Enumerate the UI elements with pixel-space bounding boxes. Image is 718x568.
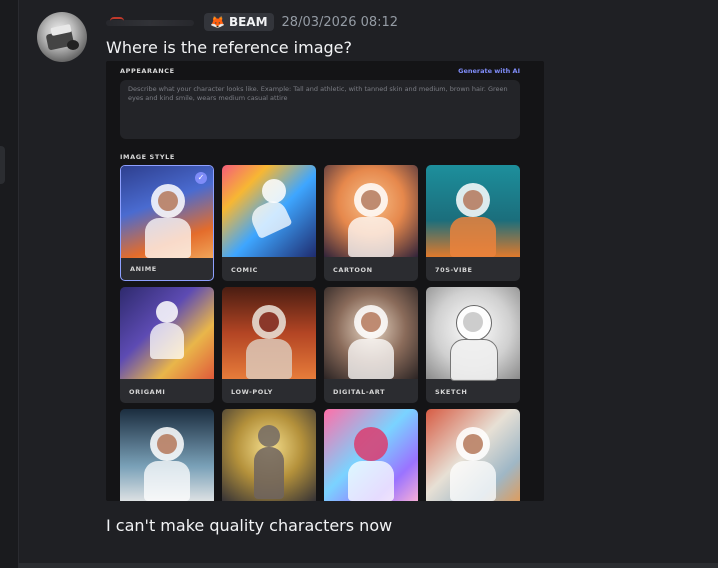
astronaut-suit xyxy=(145,218,191,258)
style-card-digital-art[interactable]: DIGITAL-ART xyxy=(324,287,418,403)
server-tag-label: BEAM xyxy=(228,15,268,29)
avatar[interactable] xyxy=(37,12,87,62)
style-card-low-poly[interactable]: LOW-POLY xyxy=(222,287,316,403)
server-tag[interactable]: 🦊 BEAM xyxy=(204,13,274,31)
left-rail xyxy=(0,0,19,568)
message-text: Where is the reference image? xyxy=(106,38,352,57)
style-thumbnail xyxy=(324,409,418,501)
astronaut-suit xyxy=(144,461,190,501)
astronaut-suit xyxy=(246,339,292,379)
style-thumbnail xyxy=(222,287,316,379)
image-style-label: IMAGE STYLE xyxy=(120,153,175,161)
style-card[interactable] xyxy=(324,409,418,501)
channel-indicator xyxy=(0,146,5,184)
astronaut-suit xyxy=(450,217,496,257)
username-redacted[interactable] xyxy=(106,17,196,27)
style-card[interactable] xyxy=(426,409,520,501)
style-card-cartoon[interactable]: CARTOON xyxy=(324,165,418,281)
style-card-origami[interactable]: ORIGAMI xyxy=(120,287,214,403)
checkmark-icon: ✓ xyxy=(195,172,207,184)
astronaut-suit xyxy=(348,461,394,501)
style-thumbnail xyxy=(222,165,316,257)
style-label: COMIC xyxy=(231,266,258,274)
message-timestamp: 28/03/2026 08:12 xyxy=(281,14,399,30)
style-thumbnail xyxy=(324,287,418,379)
astronaut-helmet xyxy=(262,179,286,203)
astronaut-suit xyxy=(150,323,184,359)
astronaut-helmet xyxy=(156,301,178,323)
astronaut-suit xyxy=(348,217,394,257)
message-header: 🦊 BEAM 28/03/2026 08:12 xyxy=(106,12,398,32)
astronaut-suit xyxy=(450,339,498,381)
astronaut-suit xyxy=(348,339,394,379)
astronaut-face xyxy=(463,312,483,332)
style-label: SKETCH xyxy=(435,388,468,396)
style-thumbnail xyxy=(426,409,520,501)
astronaut-face xyxy=(463,190,483,210)
style-card[interactable] xyxy=(222,409,316,501)
style-thumbnail xyxy=(120,287,214,379)
astronaut-face xyxy=(463,434,483,454)
image-attachment[interactable]: APPEARANCE Generate with AI Describe wha… xyxy=(106,61,544,501)
astronaut-suit xyxy=(247,196,293,240)
style-label: DIGITAL-ART xyxy=(333,388,386,396)
astronaut-helmet xyxy=(354,427,388,461)
style-label: CARTOON xyxy=(333,266,373,274)
style-thumbnail xyxy=(426,287,520,381)
style-thumbnail xyxy=(426,165,520,257)
astronaut-helmet xyxy=(258,425,280,447)
generate-with-ai-link[interactable]: Generate with AI xyxy=(458,67,520,75)
style-label: LOW-POLY xyxy=(231,388,273,396)
astronaut-face xyxy=(361,312,381,332)
astronaut-suit xyxy=(450,461,496,501)
description-textarea[interactable]: Describe what your character looks like.… xyxy=(120,80,520,139)
style-label: ORIGAMI xyxy=(129,388,166,396)
astronaut-suit xyxy=(254,447,284,499)
style-card-sketch[interactable]: SKETCH xyxy=(426,287,520,403)
style-label: ANIME xyxy=(130,265,157,273)
style-card[interactable] xyxy=(120,409,214,501)
style-card-anime[interactable]: ✓ ANIME xyxy=(120,165,214,281)
style-thumbnail xyxy=(324,165,418,257)
message-text: I can't make quality characters now xyxy=(106,516,393,535)
fox-icon: 🦊 xyxy=(210,15,225,29)
astronaut-face xyxy=(361,190,381,210)
avatar-graphic xyxy=(67,40,79,50)
style-label: 70S-VIBE xyxy=(435,266,473,274)
composer-edge xyxy=(18,563,718,568)
style-thumbnail xyxy=(120,409,214,501)
astronaut-visor xyxy=(259,312,279,332)
astronaut-face xyxy=(157,434,177,454)
style-thumbnail xyxy=(222,409,316,501)
appearance-label: APPEARANCE xyxy=(120,67,175,75)
style-card-comic[interactable]: COMIC xyxy=(222,165,316,281)
astronaut-face xyxy=(158,191,178,211)
style-card-70s-vibe[interactable]: 70S-VIBE xyxy=(426,165,520,281)
redaction-mark xyxy=(110,17,124,25)
